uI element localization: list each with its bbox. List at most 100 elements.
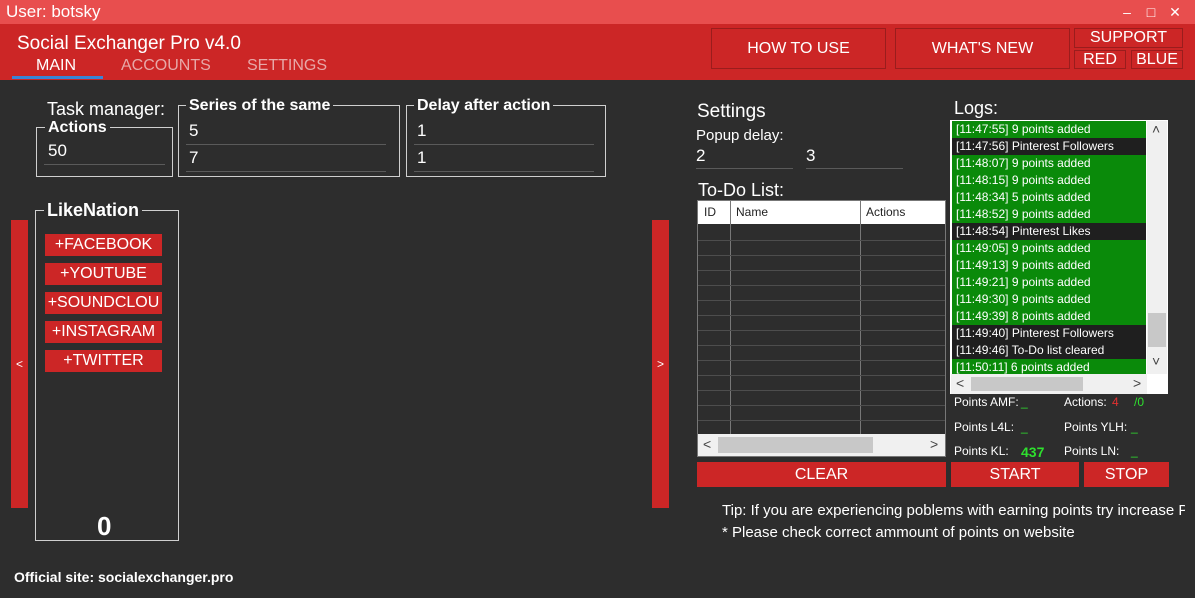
log-entry: [11:47:56] Pinterest Followers (952, 138, 1146, 155)
series-group (178, 105, 400, 177)
log-entry: [11:48:34] 5 points added (952, 189, 1146, 206)
todo-row-line (698, 255, 945, 256)
popup-underline-1 (696, 168, 793, 169)
points-ylh-label: Points YLH: (1064, 420, 1128, 434)
popup-underline-2 (806, 168, 903, 169)
log-entry: [11:49:46] To-Do list cleared (952, 342, 1146, 359)
logs-scroll-thumb[interactable] (1148, 313, 1166, 347)
col-actions[interactable]: Actions (866, 205, 905, 219)
popup-delay-input-2[interactable]: 3 (806, 146, 815, 166)
todo-row-line (698, 330, 945, 331)
logs-hscroll[interactable]: < > (951, 374, 1147, 394)
official-site-link[interactable]: Official site: socialexchanger.pro (14, 569, 233, 585)
series-input-2[interactable]: 7 (189, 148, 198, 168)
log-entry: [11:49:39] 8 points added (952, 308, 1146, 325)
delay-group (406, 105, 606, 177)
logs-scroll-down-icon[interactable]: ˅ (1152, 353, 1160, 369)
todo-row-line (698, 270, 945, 271)
logs-vscroll[interactable]: ˄ ˅ (1147, 121, 1167, 374)
todo-row-line (698, 420, 945, 421)
todo-row-line (698, 405, 945, 406)
support-button[interactable]: SUPPORT (1074, 28, 1183, 48)
maximize-icon[interactable]: □ (1141, 2, 1161, 22)
popup-delay-input-1[interactable]: 2 (696, 146, 705, 166)
logs-scroll-left-icon[interactable]: < (956, 375, 964, 391)
points-amf-value: _ (1021, 395, 1028, 409)
log-entry: [11:47:55] 9 points added (952, 121, 1146, 138)
stop-button[interactable]: STOP (1084, 462, 1169, 487)
add-youtube-button[interactable]: +YOUTUBE (45, 263, 162, 285)
todo-hscroll[interactable]: < > (698, 434, 945, 456)
logs-hscroll-thumb[interactable] (971, 377, 1083, 391)
actions-underline (44, 164, 165, 165)
actions-total-value: /0 (1134, 395, 1145, 409)
actions-done-value: 4 (1112, 395, 1119, 409)
user-label: User: botsky (6, 2, 101, 21)
add-facebook-button[interactable]: +FACEBOOK (45, 234, 162, 256)
add-instagram-button[interactable]: +INSTAGRAM (45, 321, 162, 343)
log-entry: [11:49:40] Pinterest Followers (952, 325, 1146, 342)
points-kl-label: Points KL: (954, 444, 1009, 458)
todo-scroll-right-icon[interactable]: > (930, 436, 938, 452)
clear-button[interactable]: CLEAR (697, 462, 946, 487)
logs-scroll-right-icon[interactable]: > (1133, 375, 1141, 391)
todo-row-line (698, 345, 945, 346)
likenation-count: 0 (97, 511, 112, 541)
close-icon[interactable]: ✕ (1165, 2, 1185, 22)
todo-scroll-left-icon[interactable]: < (703, 436, 711, 452)
prev-button[interactable]: < (11, 220, 28, 508)
points-l4l-value: _ (1021, 420, 1028, 434)
tip-text: Tip: If you are experiencing poblems wit… (722, 502, 1185, 519)
actions-input[interactable]: 50 (48, 141, 67, 161)
delay-input-1[interactable]: 1 (417, 121, 426, 141)
log-entry: [11:49:13] 9 points added (952, 257, 1146, 274)
minimize-icon[interactable]: – (1117, 2, 1137, 22)
series-input-1[interactable]: 5 (189, 121, 198, 141)
logs-scroll-up-icon[interactable]: ˄ (1152, 121, 1160, 137)
theme-blue-button[interactable]: BLUE (1131, 50, 1183, 69)
app-title: Social Exchanger Pro v4.0 (17, 33, 241, 54)
delay-input-2[interactable]: 1 (417, 148, 426, 168)
points-kl-value: 437 (1021, 444, 1045, 460)
add-soundcloud-button[interactable]: +SOUNDCLOU (45, 292, 162, 314)
theme-red-button[interactable]: RED (1074, 50, 1126, 69)
col-name[interactable]: Name (736, 205, 768, 219)
delay-legend: Delay after action (414, 97, 554, 115)
log-entry: [11:48:52] 9 points added (952, 206, 1146, 223)
tab-accounts[interactable]: ACCOUNTS (121, 57, 211, 75)
todo-row-line (698, 390, 945, 391)
log-entry: [11:49:21] 9 points added (952, 274, 1146, 291)
col-id[interactable]: ID (704, 205, 716, 219)
todo-scroll-thumb[interactable] (718, 437, 873, 453)
points-amf-label: Points AMF: (954, 395, 1019, 409)
todo-table[interactable] (697, 200, 946, 457)
tab-main[interactable]: MAIN (36, 57, 76, 75)
actions-stat-label: Actions: (1064, 395, 1107, 409)
how-to-use-button[interactable]: HOW TO USE (711, 28, 886, 69)
whats-new-button[interactable]: WHAT'S NEW (895, 28, 1070, 69)
logs-label: Logs: (954, 98, 999, 118)
todo-row-line (698, 285, 945, 286)
add-twitter-button[interactable]: +TWITTER (45, 350, 162, 372)
delay-underline-2 (414, 171, 594, 172)
series-legend: Series of the same (186, 97, 334, 115)
title-bar: User: botsky – □ ✕ (0, 0, 1195, 24)
todo-row-line (698, 375, 945, 376)
note-text: * Please check correct ammount of points… (722, 524, 1075, 541)
log-entry: [11:48:15] 9 points added (952, 172, 1146, 189)
log-entry: [11:48:54] Pinterest Likes (952, 223, 1146, 240)
settings-label: Settings (697, 101, 766, 122)
points-l4l-label: Points L4L: (954, 420, 1015, 434)
todo-col-divider-1 (730, 201, 731, 434)
points-ylh-value: _ (1131, 420, 1138, 434)
start-button[interactable]: START (951, 462, 1079, 487)
tab-settings[interactable]: SETTINGS (247, 57, 327, 75)
points-ln-label: Points LN: (1064, 444, 1120, 458)
series-underline-2 (186, 171, 386, 172)
todo-row-line (698, 240, 945, 241)
todo-header: ID Name Actions (698, 201, 945, 224)
points-ln-value: _ (1131, 444, 1138, 458)
next-button[interactable]: > (652, 220, 669, 508)
todo-col-divider-2 (860, 201, 861, 434)
likenation-legend: LikeNation (44, 200, 143, 221)
